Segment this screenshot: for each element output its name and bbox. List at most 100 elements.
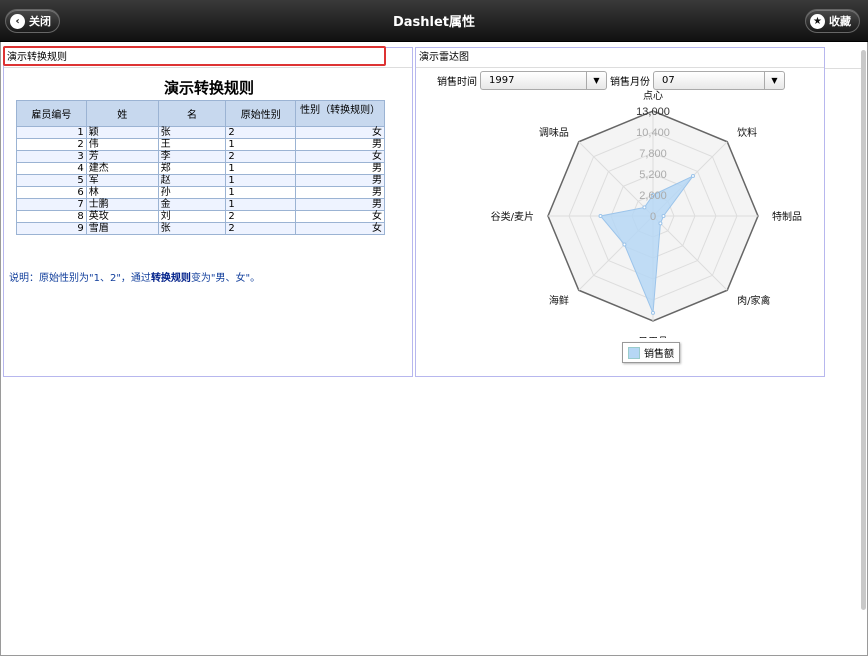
- desc-bold: 转换规则: [150, 273, 191, 284]
- table-cell: 张: [157, 126, 227, 139]
- legend-swatch: [628, 346, 640, 359]
- table-cell: 李: [157, 150, 227, 163]
- radar-category-label: 海鲜: [549, 294, 569, 307]
- table-cell: 8: [16, 210, 87, 223]
- table-cell: 1: [225, 186, 297, 199]
- table-cell: 1: [16, 126, 87, 139]
- radar-tick-label: 2,600: [639, 190, 667, 202]
- table-cell: 王: [157, 138, 227, 151]
- radar-data-point: [690, 174, 695, 179]
- radar-category-label: 点心: [643, 90, 663, 102]
- description-text: 说明：原始性别为"1、2"，通过转换规则变为"男、女"。: [9, 269, 260, 284]
- radar-tick-label: 5,200: [639, 169, 667, 181]
- favorite-label: 收藏: [829, 15, 851, 28]
- table-cell: 4: [16, 162, 87, 175]
- table-row[interactable]: 7 士鹏金 1 男: [16, 198, 385, 211]
- radar-data-point: [658, 221, 663, 226]
- chart-legend[interactable]: 销售额: [622, 342, 680, 363]
- table-cell: 2: [225, 126, 297, 139]
- table-cell: 建杰: [85, 162, 159, 175]
- table-cell: 郑: [157, 162, 227, 175]
- table-cell: 金: [157, 198, 227, 211]
- favorite-button[interactable]: ★ 收藏: [805, 9, 860, 33]
- radar-panel: 演示雷达图 销售时间 1997 ▼ 销售月份 07 ▼ 0 2,600 5,200 7…: [415, 47, 825, 377]
- radar-tick-label: 7,800: [639, 148, 667, 160]
- table-cell: 2: [225, 210, 297, 223]
- table-cell: 伟: [85, 138, 159, 151]
- table-cell: 3: [16, 150, 87, 163]
- table-cell: 1: [225, 174, 297, 187]
- legend-label: 销售额: [644, 349, 674, 360]
- table-cell: 女: [295, 222, 385, 235]
- top-toolbar: ‹ 关闭 Dashlet属性 ★ 收藏: [0, 0, 868, 42]
- table-cell: 1: [225, 162, 297, 175]
- table-cell: 9: [16, 222, 87, 235]
- table-row[interactable]: 6林孙1男: [16, 186, 385, 199]
- table-cell: 军: [85, 174, 159, 187]
- desc-prefix: 说明：原始性别为"1、2"，通过: [9, 273, 151, 284]
- table-cell: 男: [295, 138, 385, 151]
- radar-chart: 0 2,600 5,200 7,800 10,400 13,000 点心饮料特制品肉/家禽日…: [491, 90, 802, 338]
- table-cell: 1: [225, 198, 297, 211]
- divider: [825, 68, 865, 69]
- table-cell: 7: [16, 198, 87, 211]
- table-row[interactable]: 4 建杰郑 1 男: [16, 162, 385, 175]
- conversion-rule-panel: 演示转换规则 演示转换规则 雇员编号 姓 名 原始性别 性别（转换规则） 1颖张…: [3, 47, 413, 377]
- radar-data-point: [651, 310, 655, 315]
- radar-category-label: 饮料: [737, 126, 757, 139]
- radar-tick-label: 13,000: [636, 106, 670, 118]
- table-row[interactable]: 3芳李2女: [16, 150, 385, 163]
- star-icon: ★: [810, 13, 825, 29]
- selection-highlight: [3, 46, 386, 66]
- table-cell: 士鹏: [85, 198, 159, 211]
- radar-category-label: 谷类/麦片: [491, 210, 534, 223]
- col-header-orig-gender[interactable]: 原始性别: [225, 100, 297, 127]
- table-cell: 男: [295, 198, 385, 211]
- table-cell: 英玫: [85, 210, 159, 223]
- desc-suffix: 变为"男、女"。: [190, 273, 261, 284]
- col-header-firstname[interactable]: 名: [157, 100, 227, 127]
- table-row[interactable]: 8 英玫刘 2 女: [16, 210, 385, 223]
- table-cell: 雪眉: [85, 222, 159, 235]
- table-cell: 男: [295, 186, 385, 199]
- table-cell: 2: [225, 222, 297, 235]
- radar-data-point: [598, 214, 603, 218]
- radar-category-label: 日用品: [638, 336, 668, 338]
- radar-tick-label: 10,400: [636, 127, 670, 139]
- table-cell: 1: [225, 138, 297, 151]
- table-cell: 芳: [85, 150, 159, 163]
- table-cell: 颖: [85, 126, 159, 139]
- table-cell: 林: [85, 186, 159, 199]
- table-cell: 6: [16, 186, 87, 199]
- table-cell: 男: [295, 174, 385, 187]
- table-cell: 女: [295, 210, 385, 223]
- table-row[interactable]: 1颖张2女: [16, 126, 385, 139]
- table-cell: 女: [295, 126, 385, 139]
- scrollbar[interactable]: [861, 50, 866, 610]
- table-cell: 男: [295, 162, 385, 175]
- col-header-lastname[interactable]: 姓: [85, 100, 159, 127]
- table-cell: 2: [225, 150, 297, 163]
- table-cell: 2: [16, 138, 87, 151]
- table-cell: 刘: [157, 210, 227, 223]
- radar-tick-label: 0: [650, 211, 656, 223]
- table-title: 演示转换规则: [163, 79, 254, 97]
- col-header-gender[interactable]: 性别（转换规则）: [295, 100, 385, 127]
- table-cell: 5: [16, 174, 87, 187]
- radar-category-label: 调味品: [539, 127, 569, 139]
- employee-table: 雇员编号 姓 名 原始性别 性别（转换规则） 1颖张2女2伟王1男3芳李2女4建…: [16, 100, 385, 235]
- col-header-id[interactable]: 雇员编号: [16, 100, 87, 127]
- table-cell: 女: [295, 150, 385, 163]
- table-row[interactable]: 2伟王1男: [16, 138, 385, 151]
- radar-data-point: [661, 214, 666, 218]
- table-row[interactable]: 5军赵1男: [16, 174, 385, 187]
- radar-data-point: [642, 205, 647, 210]
- table-cell: 张: [157, 222, 227, 235]
- table-cell: 赵: [157, 174, 227, 187]
- radar-category-label: 特制品: [772, 210, 802, 223]
- table-row[interactable]: 9 雪眉张 2 女: [16, 222, 385, 235]
- page-title: Dashlet属性: [392, 15, 476, 30]
- radar-category-label: 肉/家禽: [737, 294, 770, 307]
- table-cell: 孙: [157, 186, 227, 199]
- radar-data-point: [622, 242, 627, 247]
